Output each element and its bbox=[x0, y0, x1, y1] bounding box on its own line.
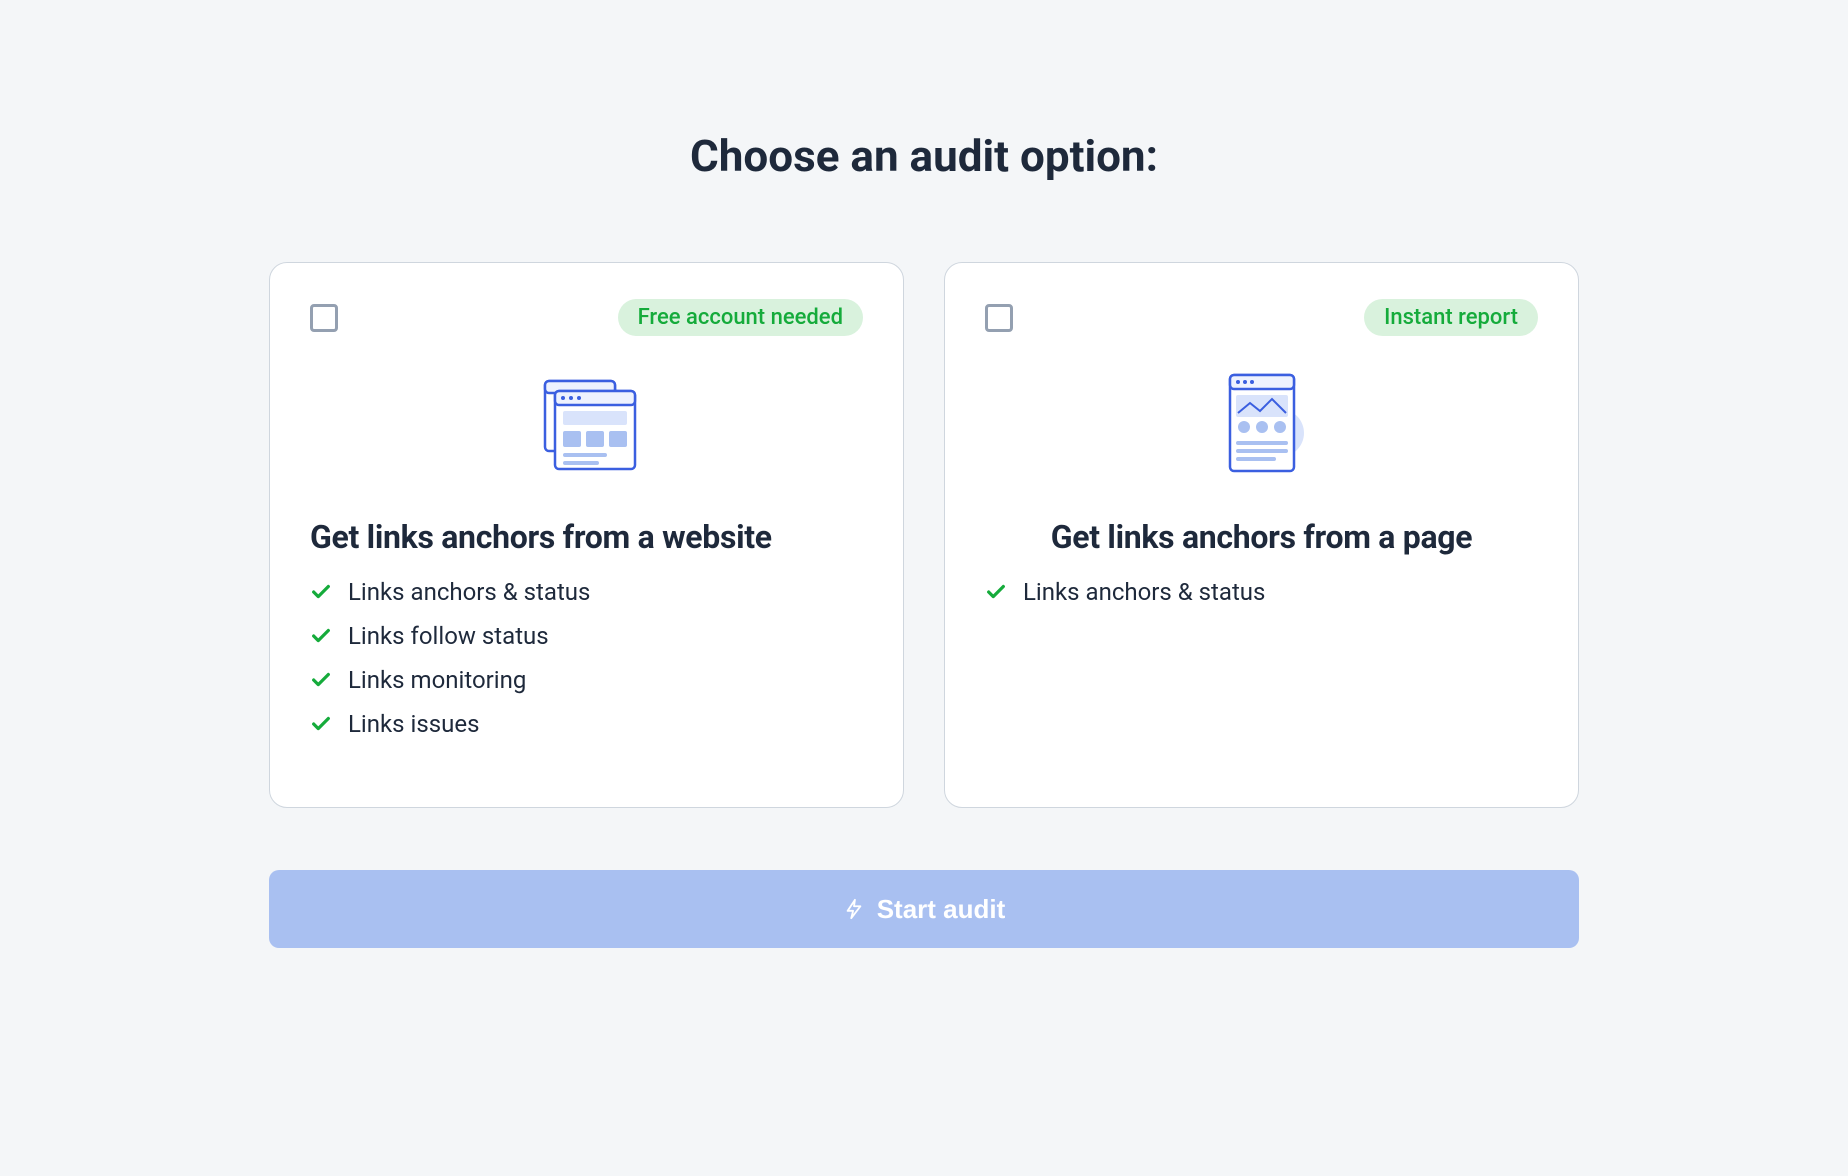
check-icon bbox=[310, 713, 332, 735]
page-title: Choose an audit option: bbox=[269, 130, 1579, 182]
feature-label: Links issues bbox=[348, 710, 479, 738]
start-audit-button[interactable]: Start audit bbox=[269, 870, 1579, 948]
check-icon bbox=[310, 625, 332, 647]
feature-label: Links anchors & status bbox=[348, 578, 590, 606]
card-title: Get links anchors from a page bbox=[985, 518, 1538, 556]
audit-option-website-card[interactable]: Free account needed Get bbox=[269, 262, 904, 808]
card-header: Instant report bbox=[985, 299, 1538, 336]
features-list: Links anchors & status Links follow stat… bbox=[310, 578, 863, 738]
check-icon bbox=[310, 581, 332, 603]
features-list: Links anchors & status bbox=[985, 578, 1538, 606]
card-badge: Instant report bbox=[1364, 299, 1538, 336]
website-pages-illustration-icon bbox=[310, 358, 863, 488]
feature-item: Links monitoring bbox=[310, 666, 863, 694]
audit-option-page-card[interactable]: Instant report Get link bbox=[944, 262, 1579, 808]
feature-label: Links follow status bbox=[348, 622, 549, 650]
feature-label: Links monitoring bbox=[348, 666, 526, 694]
bolt-icon bbox=[843, 898, 865, 920]
feature-item: Links anchors & status bbox=[310, 578, 863, 606]
feature-item: Links anchors & status bbox=[985, 578, 1538, 606]
feature-item: Links follow status bbox=[310, 622, 863, 650]
option-checkbox[interactable] bbox=[310, 304, 338, 332]
option-checkbox[interactable] bbox=[985, 304, 1013, 332]
check-icon bbox=[985, 581, 1007, 603]
single-page-illustration-icon bbox=[985, 358, 1538, 488]
cards-row: Free account needed Get bbox=[269, 262, 1579, 808]
feature-label: Links anchors & status bbox=[1023, 578, 1265, 606]
card-badge: Free account needed bbox=[618, 299, 863, 336]
card-header: Free account needed bbox=[310, 299, 863, 336]
start-audit-label: Start audit bbox=[877, 894, 1006, 925]
feature-item: Links issues bbox=[310, 710, 863, 738]
card-title: Get links anchors from a website bbox=[310, 518, 863, 556]
check-icon bbox=[310, 669, 332, 691]
